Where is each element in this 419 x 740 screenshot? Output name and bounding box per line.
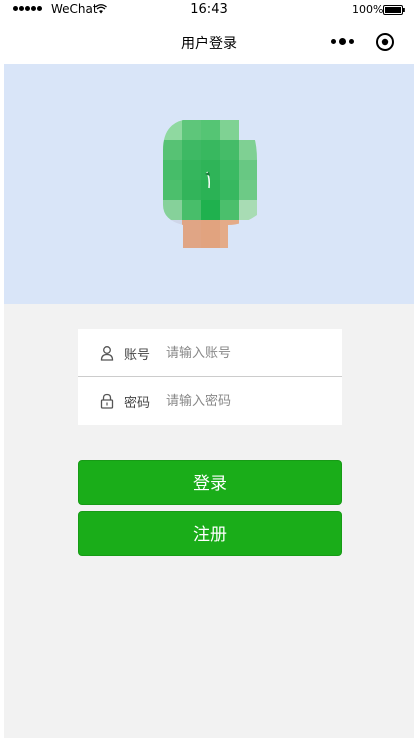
account-label: 账号 — [124, 348, 151, 363]
account-input[interactable] — [166, 340, 331, 366]
user-icon — [100, 346, 114, 361]
password-row: 密码 — [78, 377, 342, 425]
status-bar: WeChat 16:43 100% — [4, 0, 414, 20]
target-icon[interactable] — [375, 32, 395, 52]
password-input[interactable] — [166, 388, 331, 414]
app-frame: WeChat 16:43 100% 用户登录 账号 请输入账号 密码 登录 注册 — [4, 0, 414, 738]
login-form: 账号 密码 — [78, 329, 342, 425]
logo-image — [163, 120, 257, 248]
hero-banner — [4, 64, 414, 304]
more-icon[interactable] — [331, 38, 354, 45]
register-button[interactable]: 注册 — [78, 511, 342, 556]
battery-icon — [383, 5, 405, 15]
navigation-bar: 用户登录 — [4, 20, 414, 64]
battery-percent: 100% — [352, 3, 384, 16]
login-button[interactable]: 登录 — [78, 460, 342, 505]
lock-icon — [100, 393, 114, 409]
account-row: 账号 — [78, 329, 342, 377]
password-label: 密码 — [124, 396, 151, 411]
